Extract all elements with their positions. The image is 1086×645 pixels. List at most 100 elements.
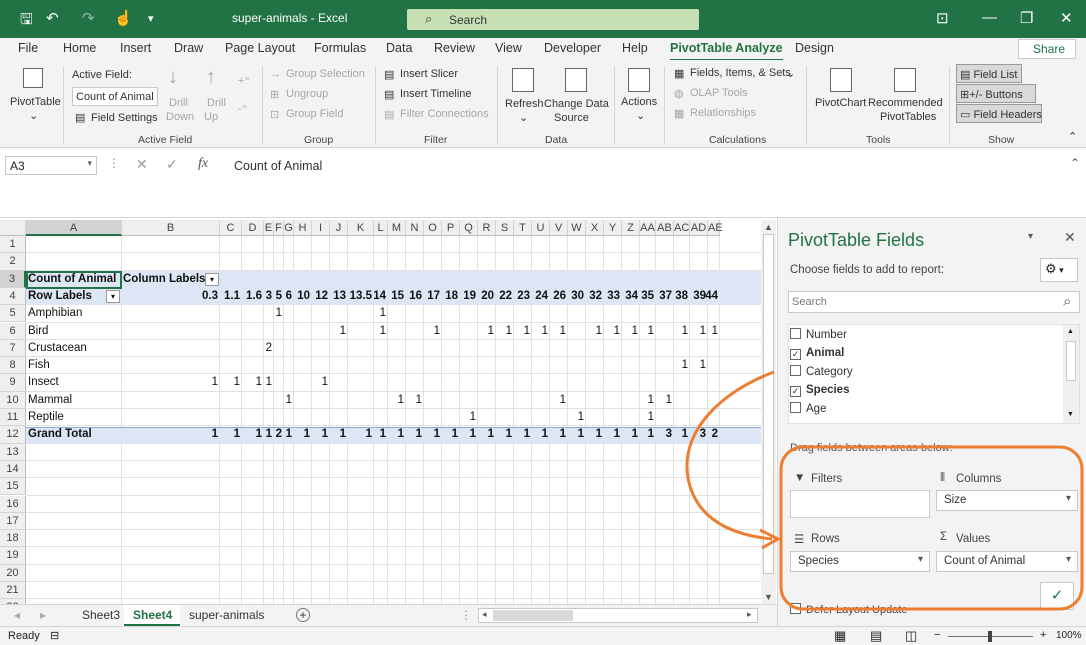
- field-animal[interactable]: ✓ Animal: [790, 347, 844, 360]
- ribbon-display-icon[interactable]: ⊡: [936, 9, 949, 27]
- column-value-header[interactable]: 10: [297, 288, 310, 305]
- row-header-13[interactable]: 13: [0, 443, 26, 461]
- field-headers-button[interactable]: ▭ Field Headers: [956, 104, 1042, 123]
- column-value-header[interactable]: 32: [589, 288, 602, 305]
- pivot-cell[interactable]: 1: [648, 409, 654, 426]
- sheet-tab-sheet4[interactable]: Sheet4: [133, 608, 172, 622]
- column-header-o[interactable]: O: [424, 220, 442, 236]
- column-value-header[interactable]: 18: [445, 288, 458, 305]
- column-header-y[interactable]: Y: [604, 220, 622, 236]
- column-header-i[interactable]: I: [312, 220, 330, 236]
- page-layout-view-icon[interactable]: ▤: [870, 628, 882, 644]
- scroll-down-icon[interactable]: ▼: [1067, 411, 1074, 418]
- pivot-cell[interactable]: 1: [256, 374, 262, 391]
- column-labels-filter-icon[interactable]: ▾: [205, 273, 219, 286]
- column-value-header[interactable]: 38: [675, 288, 688, 305]
- column-header-z[interactable]: Z: [622, 220, 640, 236]
- worksheet-grid[interactable]: A B C D E F G H I J K L M N O P Q R S T U V W X Y Z AA AB AC AD AE 123…: [0, 220, 764, 608]
- grand-total-cell[interactable]: 1: [542, 426, 548, 443]
- chevron-down-icon[interactable]: ▾: [87, 158, 92, 169]
- recommended-label-2[interactable]: PivotTables: [880, 111, 936, 123]
- row-label-crustacean[interactable]: Crustacean: [28, 340, 87, 357]
- grand-total-label[interactable]: Grand Total: [28, 426, 92, 443]
- field-species[interactable]: ✓ Species: [790, 384, 849, 397]
- column-value-header[interactable]: 6: [286, 288, 292, 305]
- pivot-cell[interactable]: 1: [416, 392, 422, 409]
- row-header-16[interactable]: 16: [0, 495, 26, 513]
- save-icon[interactable]: 🖫: [20, 9, 33, 34]
- pivot-cell[interactable]: 1: [380, 305, 386, 322]
- scroll-up-icon[interactable]: ▲: [764, 222, 773, 232]
- filter-connections-button[interactable]: Filter Connections: [400, 108, 489, 120]
- grand-total-cell[interactable]: 1: [596, 426, 602, 443]
- grand-total-cell[interactable]: 1: [304, 426, 310, 443]
- pivot-cell[interactable]: 1: [596, 323, 602, 340]
- field-list-scrollbar[interactable]: ▲ ▼: [1063, 325, 1079, 423]
- column-header-ad[interactable]: AD: [690, 220, 708, 236]
- field-age[interactable]: Age: [790, 402, 826, 415]
- pivot-cell[interactable]: 1: [340, 323, 346, 340]
- column-value-header[interactable]: 30: [571, 288, 584, 305]
- pivot-cell[interactable]: 1: [614, 323, 620, 340]
- pivot-cell[interactable]: 1: [712, 323, 718, 340]
- column-header-k[interactable]: K: [348, 220, 374, 236]
- grand-total-cell[interactable]: 2: [712, 426, 718, 443]
- column-value-header[interactable]: 15: [391, 288, 404, 305]
- macro-record-icon[interactable]: ⊟: [50, 629, 59, 642]
- group-selection-button[interactable]: Group Selection: [286, 68, 365, 80]
- fields-items-sets-button[interactable]: Fields, Items, & Sets: [690, 67, 791, 79]
- zoom-out-icon[interactable]: −: [934, 629, 940, 641]
- column-value-header[interactable]: 26: [553, 288, 566, 305]
- row-label-insect[interactable]: Insect: [28, 374, 59, 391]
- tab-review[interactable]: Review: [434, 41, 475, 55]
- pivot-cell[interactable]: 1: [506, 323, 512, 340]
- formula-options-icon[interactable]: ⋮: [108, 156, 120, 170]
- grand-total-cell[interactable]: 1: [380, 426, 386, 443]
- pivot-cell[interactable]: 2: [266, 340, 272, 357]
- pivot-cell[interactable]: 1: [700, 357, 706, 374]
- row-header-7[interactable]: 7: [0, 339, 26, 358]
- pivot-cell[interactable]: 1: [578, 409, 584, 426]
- tab-pivottable-analyze[interactable]: PivotTable Analyze: [670, 41, 783, 61]
- pivot-cell[interactable]: 1: [286, 392, 292, 409]
- drill-up-label-1[interactable]: Drill: [207, 97, 226, 109]
- sheet-tab-super-animals[interactable]: super-animals: [189, 608, 264, 622]
- grand-total-cell[interactable]: 1: [524, 426, 530, 443]
- column-value-header[interactable]: 34: [625, 288, 638, 305]
- grand-total-cell[interactable]: 1: [416, 426, 422, 443]
- tab-data[interactable]: Data: [386, 41, 412, 55]
- row-header-14[interactable]: 14: [0, 460, 26, 479]
- expand-field-icon[interactable]: +⁼: [238, 74, 250, 87]
- row-header-2[interactable]: 2: [0, 253, 26, 271]
- pivot-cell[interactable]: 1: [322, 374, 328, 391]
- vertical-scrollbar[interactable]: ▲ ▼: [761, 220, 776, 608]
- checkbox-icon[interactable]: ✓: [790, 348, 801, 360]
- scroll-down-icon[interactable]: ▼: [764, 592, 773, 602]
- row-header-9[interactable]: 9: [0, 374, 26, 392]
- undo-icon[interactable]: ↶: [46, 9, 59, 27]
- row-header-19[interactable]: 19: [0, 547, 26, 565]
- column-value-header[interactable]: 37: [659, 288, 672, 305]
- chevron-down-icon[interactable]: ⌄: [786, 67, 795, 80]
- search-box[interactable]: ⌕ Search: [407, 9, 699, 30]
- pivot-cell[interactable]: 1: [560, 323, 566, 340]
- ungroup-button[interactable]: Ungroup: [286, 88, 328, 100]
- column-header-j[interactable]: J: [330, 220, 348, 236]
- column-value-header[interactable]: 1.6: [246, 288, 262, 305]
- minimize-button[interactable]: —: [982, 9, 997, 26]
- grand-total-cell[interactable]: 1: [212, 426, 218, 443]
- buttons-toggle[interactable]: ⊞+/- Buttons: [956, 84, 1036, 103]
- pivot-cell[interactable]: 1: [542, 323, 548, 340]
- row-label-bird[interactable]: Bird: [28, 323, 48, 340]
- field-settings-button[interactable]: Field Settings: [91, 112, 158, 124]
- update-button[interactable]: ✓: [1040, 582, 1074, 610]
- share-button[interactable]: Share: [1018, 39, 1076, 59]
- row-label-amphibian[interactable]: Amphibian: [28, 305, 82, 322]
- column-header-d[interactable]: D: [242, 220, 264, 236]
- column-header-ab[interactable]: AB: [656, 220, 674, 236]
- tab-insert[interactable]: Insert: [120, 41, 151, 55]
- close-button[interactable]: ✕: [1060, 9, 1073, 27]
- row-header-18[interactable]: 18: [0, 530, 26, 548]
- row-header-21[interactable]: 21: [0, 582, 26, 600]
- next-sheet-icon[interactable]: ▸: [40, 608, 46, 622]
